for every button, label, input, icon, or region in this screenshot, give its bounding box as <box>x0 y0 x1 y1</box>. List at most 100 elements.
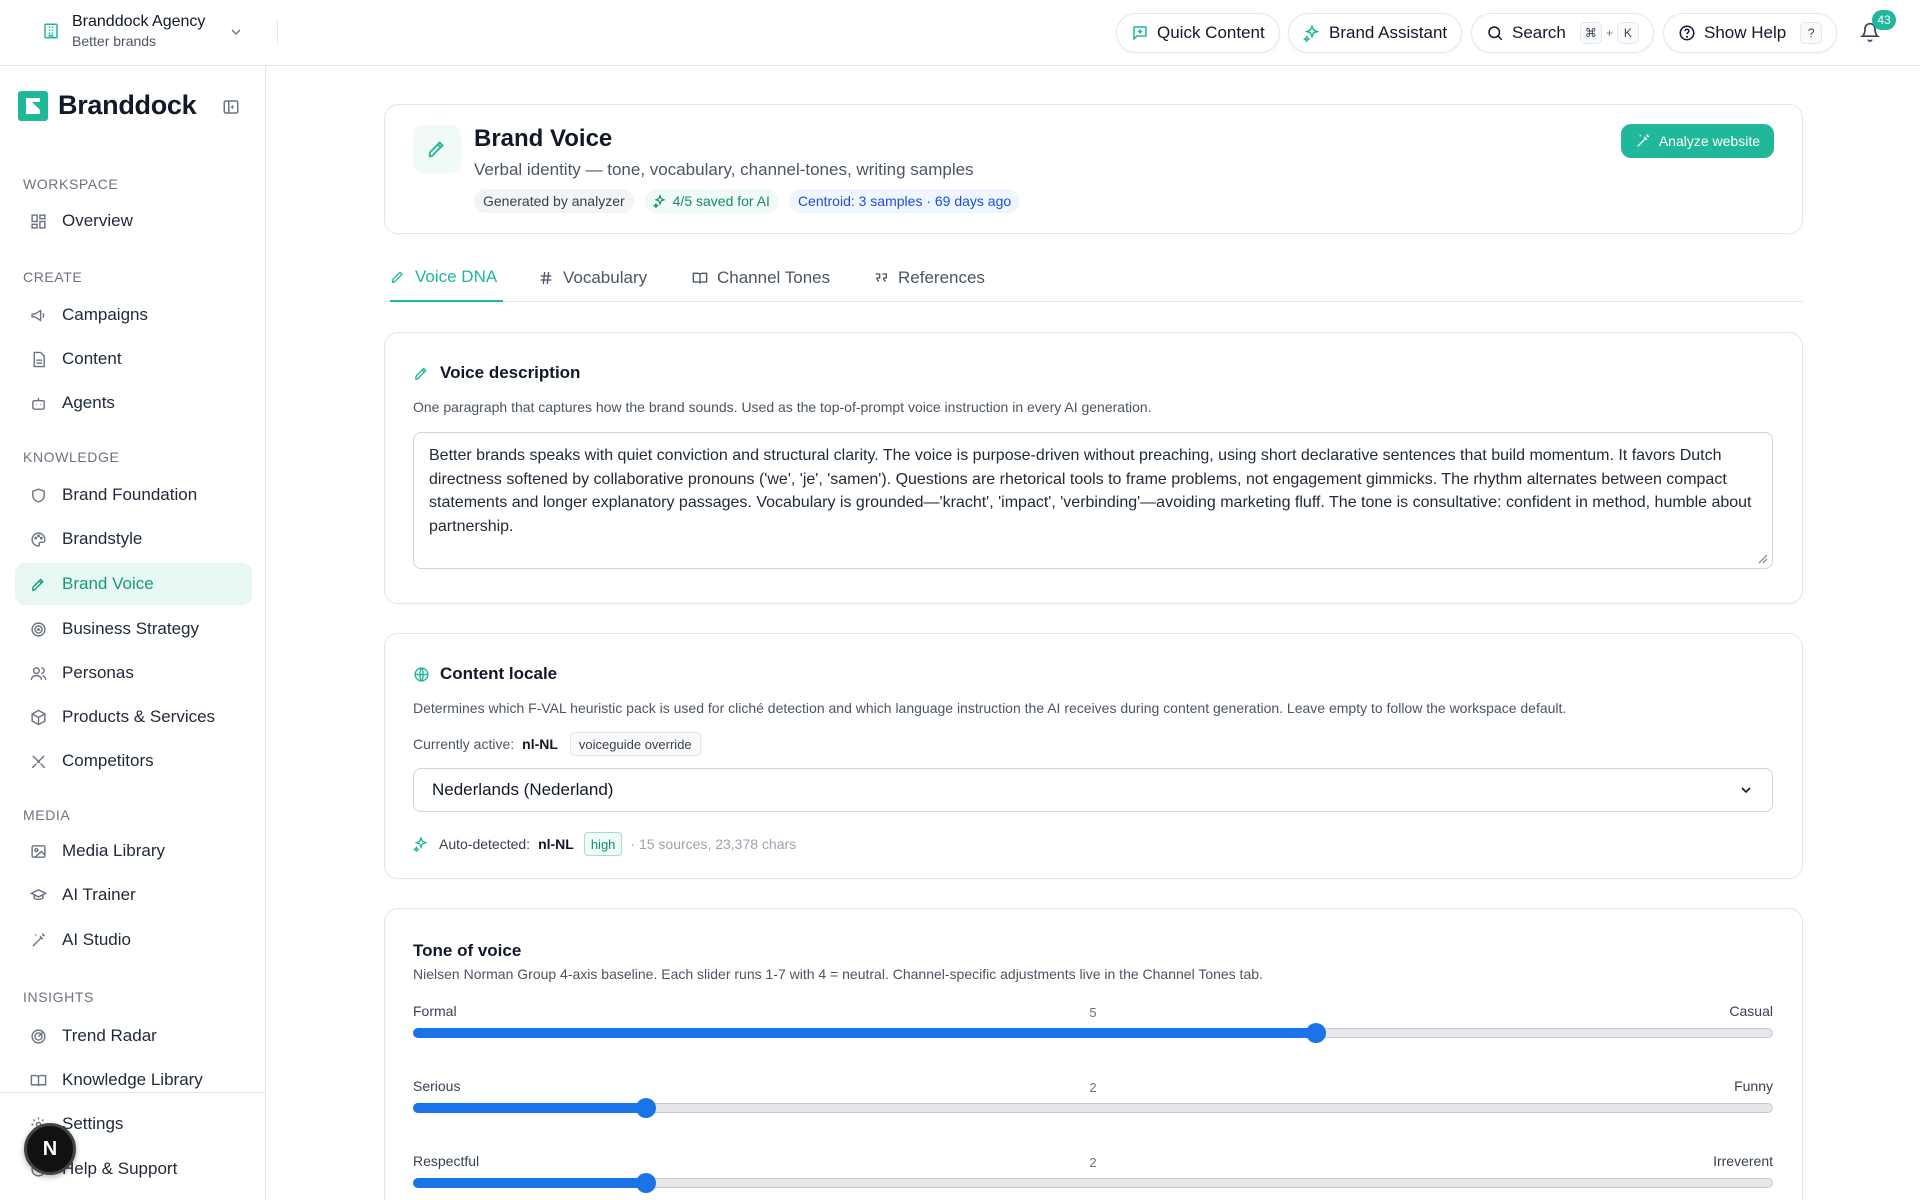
slider-fill <box>413 1103 647 1113</box>
avatar[interactable]: N <box>24 1123 76 1175</box>
tab-vocabulary[interactable]: Vocabulary <box>538 254 647 302</box>
tab-bar: Voice DNA Vocabulary Channel Tones Refer… <box>384 254 1803 302</box>
tab-voice-dna[interactable]: Voice DNA <box>390 254 504 302</box>
swords-icon <box>28 751 48 771</box>
slider-thumb[interactable] <box>1306 1023 1327 1043</box>
sidebar-item-label: AI Trainer <box>62 885 136 904</box>
sidebar-item-label: Overview <box>62 211 133 230</box>
sidebar-item-personas[interactable]: Personas <box>15 652 252 694</box>
voice-description-textarea[interactable]: Better brands speaks with quiet convicti… <box>413 432 1773 569</box>
brand-assistant-button[interactable]: Brand Assistant <box>1288 13 1463 53</box>
sidebar-item-brandstyle[interactable]: Brandstyle <box>15 518 252 560</box>
chevron-down-icon[interactable] <box>228 24 244 40</box>
image-icon <box>28 841 48 861</box>
book-open-icon <box>28 1070 48 1090</box>
sidebar-item-business-strategy[interactable]: Business Strategy <box>15 608 252 650</box>
currently-active-row: Currently active: nl-NL voiceguide overr… <box>413 732 701 756</box>
voice-description-title: Voice description <box>440 363 581 382</box>
slider-fill <box>413 1178 647 1188</box>
search-label: Search <box>1512 23 1566 42</box>
tone-slider-formal-casual[interactable]: Formal 5 Casual <box>413 1003 1773 1063</box>
override-badge: voiceguide override <box>569 732 701 756</box>
kbd-question: ? <box>1800 22 1823 44</box>
pen-icon <box>391 271 403 284</box>
locale-select[interactable]: Nederlands (Nederland) <box>413 768 1773 812</box>
pen-icon <box>415 367 427 380</box>
tab-label: Vocabulary <box>563 268 648 287</box>
kbd-plus: + <box>1605 26 1613 40</box>
megaphone-icon <box>28 305 48 325</box>
slider-right-label: Irreverent <box>1713 1153 1773 1169</box>
workspace-name: Branddock Agency <box>72 13 206 30</box>
slider-left-label: Serious <box>413 1078 461 1094</box>
currently-active-value: nl-NL <box>522 736 558 752</box>
sidebar-item-competitors[interactable]: Competitors <box>15 740 252 782</box>
analyze-website-button[interactable]: Analyze website <box>1620 124 1774 158</box>
quote-icon <box>875 273 887 282</box>
palette-icon <box>28 529 48 549</box>
bot-icon <box>28 393 48 413</box>
content-locale-heading: Content locale <box>413 664 557 684</box>
sidebar-item-label: Trend Radar <box>62 1026 157 1045</box>
tab-label: Voice DNA <box>415 267 498 286</box>
chevron-down-icon <box>1741 787 1751 794</box>
slider-value: 2 <box>1089 1155 1097 1170</box>
sidebar-item-label: Settings <box>62 1114 124 1133</box>
pen-icon <box>28 574 48 594</box>
package-icon <box>28 707 48 727</box>
sidebar-item-knowledge-library[interactable]: Knowledge Library <box>15 1059 252 1101</box>
slider-thumb[interactable] <box>636 1173 657 1193</box>
show-help-button[interactable]: Show Help ? <box>1663 13 1838 53</box>
sidebar-item-campaigns[interactable]: Campaigns <box>15 294 252 336</box>
workspace-switcher[interactable]: Branddock Agency Better brands <box>40 12 205 50</box>
sidebar-item-products[interactable]: Products & Services <box>15 696 252 738</box>
book-open-icon <box>692 272 708 284</box>
help-circle-icon <box>1679 25 1695 41</box>
kbd-k: K <box>1616 22 1639 44</box>
locale-select-value: Nederlands (Nederland) <box>432 780 614 799</box>
generated-badge-label: Generated by analyzer <box>483 193 625 209</box>
search-button[interactable]: Search ⌘ + K <box>1471 13 1654 53</box>
notification-badge: 43 <box>1872 10 1896 30</box>
sidebar-item-label: Agents <box>62 393 115 412</box>
globe-icon <box>414 666 429 682</box>
generated-badge: Generated by analyzer <box>474 189 634 213</box>
tone-slider-respectful-irreverent[interactable]: Respectful 2 Irreverent <box>413 1153 1773 1200</box>
voice-description-heading: Voice description <box>413 363 580 383</box>
slider-right-label: Casual <box>1729 1003 1773 1019</box>
shield-icon <box>28 485 48 505</box>
sidebar-item-content[interactable]: Content <box>15 338 252 380</box>
tab-channel-tones[interactable]: Channel Tones <box>692 254 830 302</box>
quick-content-label: Quick Content <box>1157 23 1265 42</box>
sidebar-item-brand-voice[interactable]: Brand Voice <box>15 563 252 605</box>
quick-content-button[interactable]: Quick Content <box>1116 13 1280 53</box>
section-media: MEDIA <box>23 807 71 823</box>
logo[interactable]: Branddock <box>18 90 197 121</box>
sidebar-item-label: AI Studio <box>62 930 131 949</box>
grid-icon <box>28 211 48 231</box>
sidebar: Branddock WORKSPACE Overview CREATE Camp… <box>0 66 266 1200</box>
sidebar-item-ai-trainer[interactable]: AI Trainer <box>15 874 252 916</box>
sidebar-item-label: Content <box>62 349 122 368</box>
wand-icon <box>28 930 48 950</box>
sidebar-item-trend-radar[interactable]: Trend Radar <box>15 1015 252 1057</box>
sidebar-item-agents[interactable]: Agents <box>15 382 252 424</box>
radar-icon <box>28 1026 48 1046</box>
search-icon <box>1488 26 1503 41</box>
message-plus-icon <box>1133 26 1147 41</box>
sidebar-collapse-icon[interactable] <box>222 98 240 116</box>
slider-thumb[interactable] <box>636 1098 657 1118</box>
tab-references[interactable]: References <box>873 254 985 302</box>
tab-label: References <box>898 268 985 287</box>
sparkles-icon <box>1303 24 1320 42</box>
tone-slider-serious-funny[interactable]: Serious 2 Funny <box>413 1078 1773 1138</box>
centroid-badge-label: Centroid: 3 samples · 69 days ago <box>797 193 1012 209</box>
sidebar-item-overview[interactable]: Overview <box>15 200 252 242</box>
slider-right-label: Funny <box>1734 1078 1773 1094</box>
sidebar-item-brand-foundation[interactable]: Brand Foundation <box>15 474 252 516</box>
sidebar-item-media-library[interactable]: Media Library <box>15 830 252 872</box>
sidebar-item-ai-studio[interactable]: AI Studio <box>15 919 252 961</box>
confidence-badge: high <box>583 832 623 856</box>
content-locale-card: Content locale Determines which F-VAL he… <box>384 633 1803 879</box>
building-icon <box>40 20 62 42</box>
